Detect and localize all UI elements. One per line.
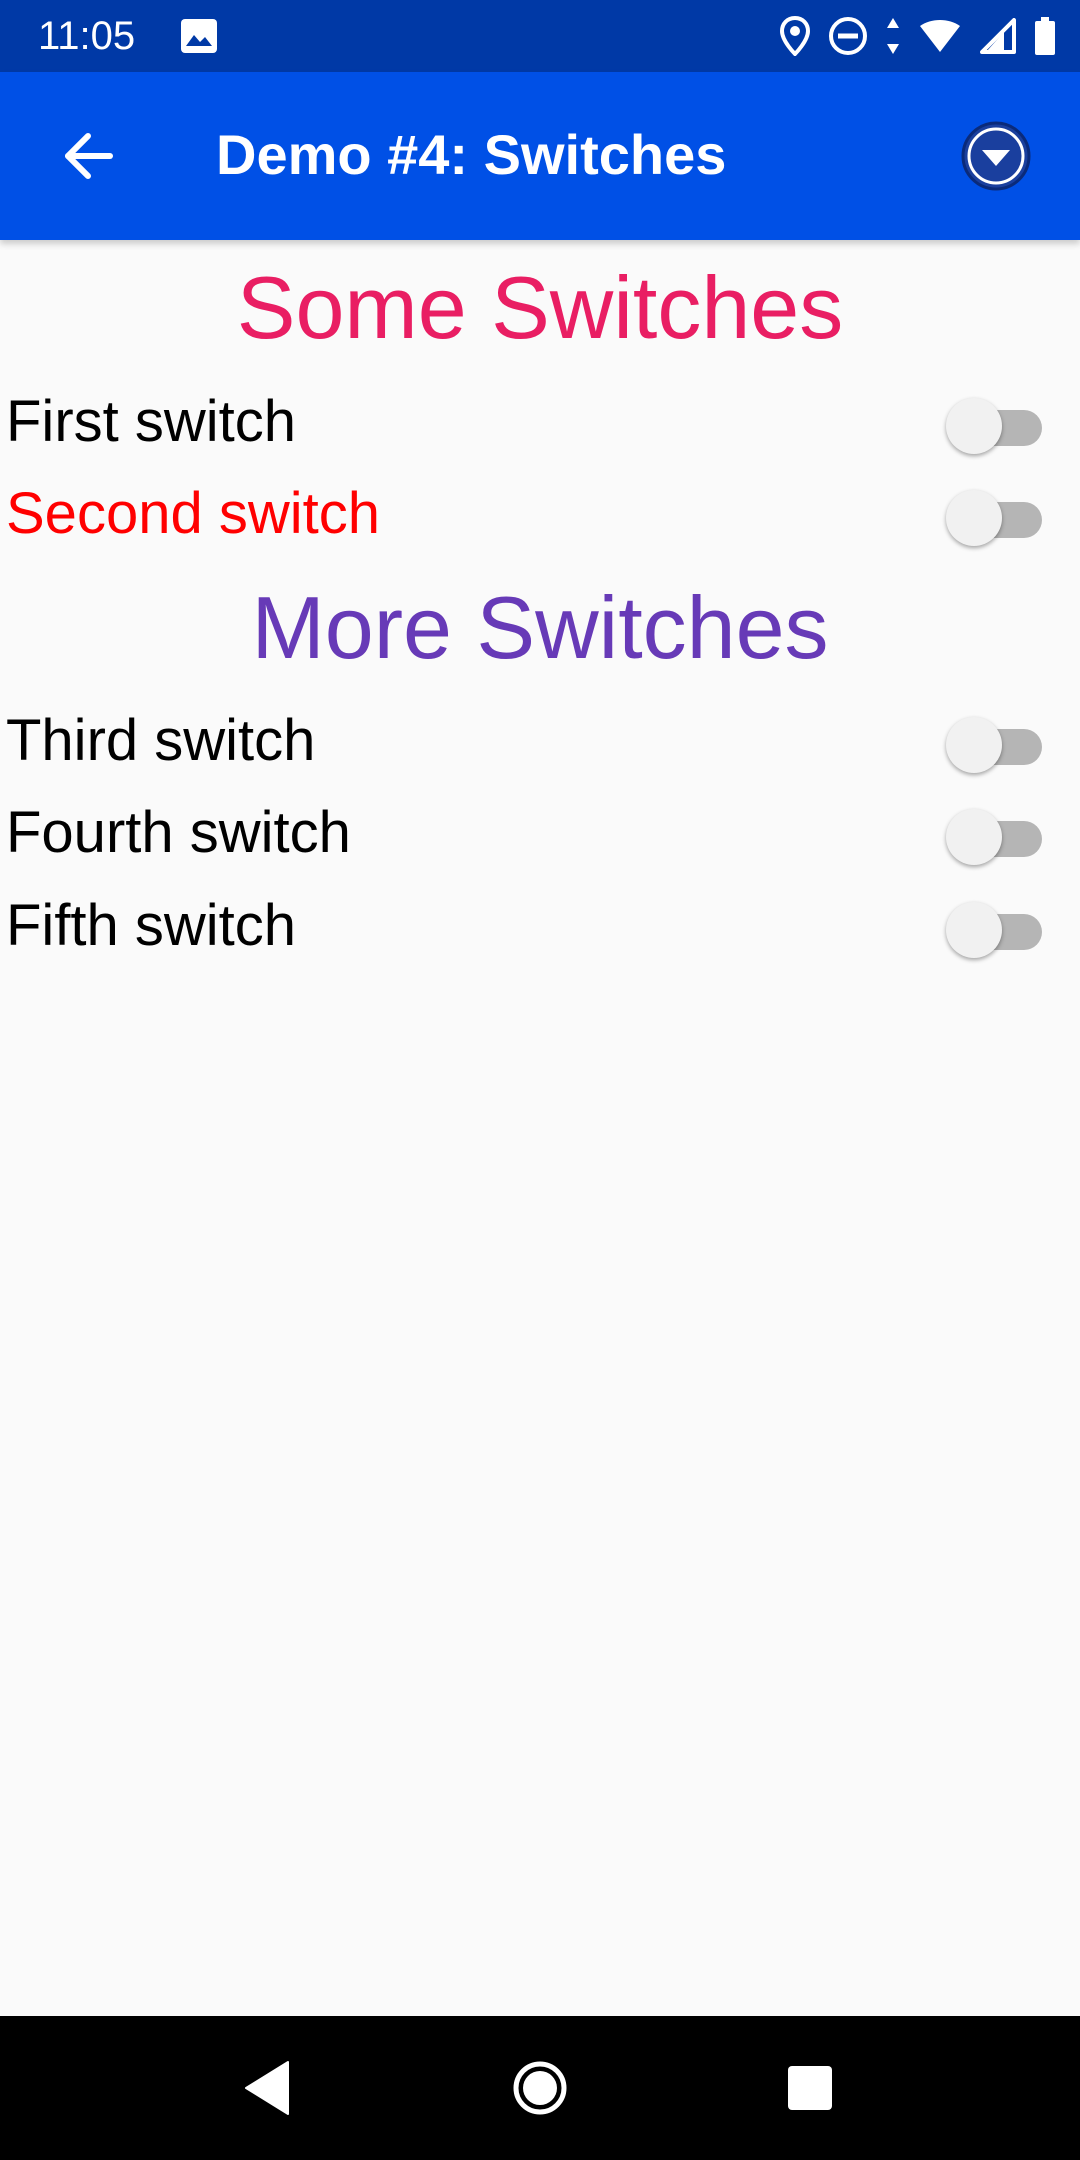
- status-time: 11:05: [38, 14, 136, 58]
- fifth-switch-toggle[interactable]: [946, 900, 1042, 960]
- switch-thumb: [946, 490, 1002, 546]
- battery-icon: [1035, 17, 1055, 55]
- switch-label-fourth: Fourth switch: [6, 800, 351, 865]
- location-icon: [780, 16, 810, 56]
- cellular-icon: [980, 18, 1016, 54]
- switch-row-fifth: Fifth switch: [0, 882, 1080, 970]
- third-switch-toggle[interactable]: [946, 715, 1042, 775]
- gallery-icon: [181, 19, 217, 53]
- arrow-back-icon: [65, 133, 113, 179]
- recents-square-icon[interactable]: [786, 2064, 834, 2112]
- app-bar: Demo #4: Switches: [0, 72, 1080, 240]
- switch-row-second: Second switch: [0, 470, 1080, 558]
- section-heading-some-switches: Some Switches: [236, 258, 844, 357]
- status-bar: 11:05: [0, 0, 1080, 72]
- switch-thumb: [946, 398, 1002, 454]
- back-button[interactable]: [48, 116, 128, 196]
- home-circle-icon[interactable]: [512, 2060, 568, 2116]
- first-switch-toggle[interactable]: [946, 396, 1042, 456]
- overflow-menu-button[interactable]: [952, 112, 1040, 200]
- dropdown-circle-icon: [961, 121, 1031, 191]
- switch-row-fourth: Fourth switch: [0, 789, 1080, 877]
- section-heading-more-switches: More Switches: [251, 578, 829, 677]
- switch-label-fifth: Fifth switch: [6, 893, 297, 958]
- page-title: Demo #4: Switches: [216, 123, 727, 186]
- switch-label-third: Third switch: [6, 708, 316, 773]
- data-arrows-icon: [887, 18, 899, 54]
- screen: 11:05 Demo #4: Switches Some Switches Fi…: [0, 0, 1080, 2160]
- system-nav-bar: [0, 2016, 1080, 2160]
- switch-thumb: [946, 809, 1002, 865]
- switch-thumb: [946, 902, 1002, 958]
- do-not-disturb-icon: [829, 17, 867, 55]
- status-icons: [780, 14, 1056, 58]
- switch-thumb: [946, 717, 1002, 773]
- switch-label-first: First switch: [6, 389, 296, 454]
- second-switch-toggle[interactable]: [946, 488, 1042, 548]
- switch-row-third: Third switch: [0, 697, 1080, 785]
- switch-label-second: Second switch: [6, 481, 380, 546]
- back-triangle-icon[interactable]: [244, 2060, 292, 2116]
- fourth-switch-toggle[interactable]: [946, 807, 1042, 867]
- wifi-icon: [920, 20, 960, 52]
- switch-row-first: First switch: [0, 378, 1080, 466]
